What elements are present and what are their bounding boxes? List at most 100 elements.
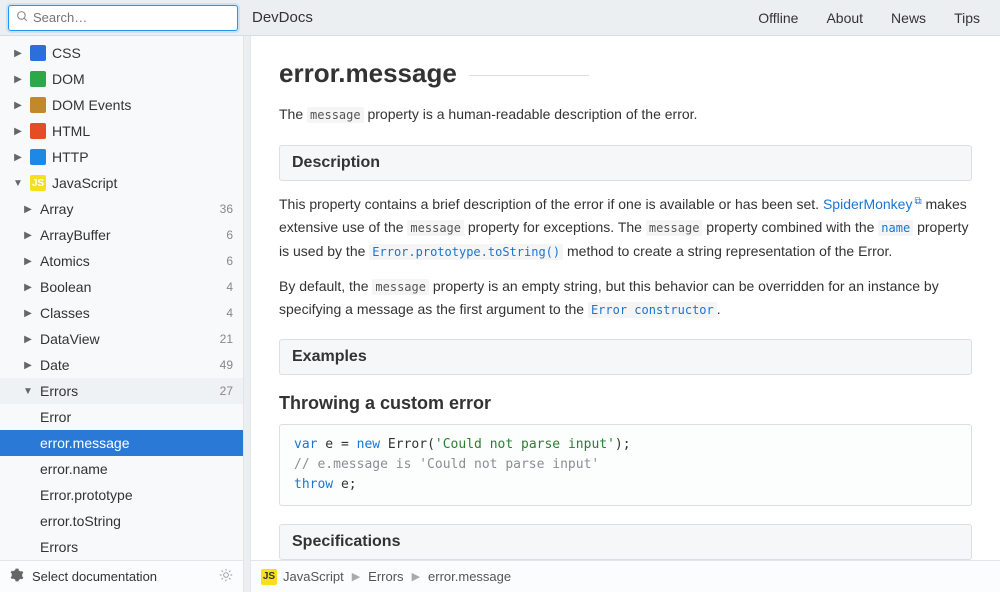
theme-toggle-icon[interactable] bbox=[219, 568, 233, 585]
group-label: Date bbox=[40, 357, 216, 373]
search-input[interactable] bbox=[8, 5, 238, 31]
item-label: Error bbox=[40, 409, 233, 425]
code-token: // e.message is 'Could not parse input' bbox=[294, 457, 599, 472]
code-block: var e = new Error('Could not parse input… bbox=[279, 424, 972, 506]
example-subheading: Throwing a custom error bbox=[279, 393, 972, 414]
group-label: Boolean bbox=[40, 279, 222, 295]
sidebar-group-date[interactable]: ▶ Date 49 bbox=[0, 352, 243, 378]
group-label: DataView bbox=[40, 331, 216, 347]
sidebar-group-dataview[interactable]: ▶DataView21 bbox=[0, 326, 243, 352]
doc-label: HTML bbox=[52, 123, 233, 139]
doc-label: DOM bbox=[52, 71, 233, 87]
text: . bbox=[717, 301, 721, 317]
inline-code: name bbox=[878, 220, 913, 236]
group-count: 27 bbox=[220, 384, 233, 398]
nav-news[interactable]: News bbox=[891, 10, 926, 26]
sidebar-item-errors[interactable]: Errors bbox=[0, 534, 243, 560]
item-label: error.name bbox=[40, 461, 233, 477]
nav-offline[interactable]: Offline bbox=[758, 10, 798, 26]
code-token: throw bbox=[294, 477, 333, 492]
item-label: Error.prototype bbox=[40, 487, 233, 503]
sidebar-doc-dom[interactable]: ▶DOM bbox=[0, 66, 243, 92]
sidebar-doc-html[interactable]: ▶ HTML bbox=[0, 118, 243, 144]
code-token: new bbox=[357, 437, 380, 452]
item-label: Errors bbox=[40, 539, 233, 555]
doc-label: HTTP bbox=[52, 149, 233, 165]
sidebar-footer[interactable]: Select documentation bbox=[0, 560, 243, 592]
inline-code: Error.prototype.toString() bbox=[369, 244, 563, 260]
sidebar-group-boolean[interactable]: ▶Boolean4 bbox=[0, 274, 243, 300]
chevron-down-icon: ▼ bbox=[12, 178, 24, 189]
sidebar-group-array[interactable]: ▶Array36 bbox=[0, 196, 243, 222]
inline-code: message bbox=[646, 220, 703, 236]
doc-icon bbox=[30, 71, 46, 87]
group-count: 6 bbox=[226, 254, 233, 268]
inline-code: message bbox=[372, 279, 429, 295]
content-scroll[interactable]: error.message The message property is a … bbox=[251, 36, 1000, 592]
nav-tips[interactable]: Tips bbox=[954, 10, 980, 26]
link-name-prop[interactable]: name bbox=[878, 219, 913, 235]
link-tostring[interactable]: Error.prototype.toString() bbox=[369, 243, 563, 259]
chevron-right-icon: ▶ bbox=[412, 570, 420, 583]
group-label: Atomics bbox=[40, 253, 222, 269]
sidebar-group-errors[interactable]: ▼Errors27 bbox=[0, 378, 243, 404]
code-token: Error( bbox=[380, 437, 435, 452]
chevron-right-icon: ▶ bbox=[12, 152, 24, 163]
section-examples: Examples bbox=[279, 339, 972, 375]
text: property is a human-readable description… bbox=[364, 106, 698, 122]
sidebar-item-error-tostring[interactable]: error.toString bbox=[0, 508, 243, 534]
sidebar-scroll[interactable]: ▶CSS▶DOM▶DOM Events▶HTML▶HTTP▼JSJavaScri… bbox=[0, 36, 243, 560]
text: This property contains a brief descripti… bbox=[279, 196, 823, 212]
text: The bbox=[279, 106, 307, 122]
sidebar-item-error-name[interactable]: error.name bbox=[0, 456, 243, 482]
code-token: e = bbox=[317, 437, 356, 452]
sidebar-doc-dom-events[interactable]: ▶ DOM Events bbox=[0, 92, 243, 118]
sidebar-item-error-message[interactable]: error.message bbox=[0, 430, 243, 456]
doc-icon bbox=[30, 45, 46, 61]
crumb-mid[interactable]: Errors bbox=[368, 569, 403, 584]
chevron-right-icon: ▶ bbox=[22, 334, 34, 345]
doc-icon bbox=[30, 149, 46, 165]
sidebar-group-classes[interactable]: ▶Classes4 bbox=[0, 300, 243, 326]
text: property for exceptions. The bbox=[464, 219, 646, 235]
chevron-right-icon: ▶ bbox=[12, 100, 24, 111]
group-label: Errors bbox=[40, 383, 216, 399]
sidebar-doc-javascript[interactable]: ▼JSJavaScript bbox=[0, 170, 243, 196]
code-token: e; bbox=[333, 477, 356, 492]
sidebar-doc-http[interactable]: ▶ HTTP bbox=[0, 144, 243, 170]
chevron-right-icon: ▶ bbox=[22, 360, 34, 371]
main-area: ▶CSS▶DOM▶DOM Events▶HTML▶HTTP▼JSJavaScri… bbox=[0, 36, 1000, 592]
code-token: var bbox=[294, 437, 317, 452]
link-spidermonkey[interactable]: SpiderMonkey bbox=[823, 196, 922, 212]
doc-label: CSS bbox=[52, 45, 233, 61]
item-label: error.toString bbox=[40, 513, 233, 529]
sidebar-group-atomics[interactable]: ▶Atomics6 bbox=[0, 248, 243, 274]
link-error-constructor[interactable]: Error constructor bbox=[588, 301, 717, 317]
crumb-leaf: error.message bbox=[428, 569, 511, 584]
code-token: 'Could not parse input' bbox=[435, 437, 615, 452]
group-count: 49 bbox=[220, 358, 233, 372]
sidebar-doc-css[interactable]: ▶ CSS bbox=[0, 40, 243, 66]
select-docs-label: Select documentation bbox=[32, 569, 219, 584]
sidebar-group-arraybuffer[interactable]: ▶ArrayBuffer6 bbox=[0, 222, 243, 248]
top-bar: DevDocs Offline About News Tips bbox=[0, 0, 1000, 36]
sidebar-item-error-prototype[interactable]: Error.prototype bbox=[0, 482, 243, 508]
group-count: 4 bbox=[226, 280, 233, 294]
text: property combined with the bbox=[702, 219, 878, 235]
group-label: Classes bbox=[40, 305, 222, 321]
item-label: error.message bbox=[40, 435, 233, 451]
doc-icon bbox=[30, 97, 46, 113]
js-icon: JS bbox=[261, 569, 277, 585]
nav-about[interactable]: About bbox=[826, 10, 863, 26]
breadcrumb-bar: JS JavaScript ▶ Errors ▶ error.message bbox=[251, 560, 1000, 592]
doc-label: DOM Events bbox=[52, 97, 233, 113]
chevron-right-icon: ▶ bbox=[12, 48, 24, 59]
section-description: Description bbox=[279, 145, 972, 181]
chevron-right-icon: ▶ bbox=[352, 570, 360, 583]
chevron-right-icon: ▶ bbox=[12, 126, 24, 137]
doc-icon bbox=[30, 123, 46, 139]
text: method to create a string representation… bbox=[563, 243, 892, 259]
lead-paragraph: The message property is a human-readable… bbox=[279, 103, 972, 125]
sidebar-item-error[interactable]: Error bbox=[0, 404, 243, 430]
crumb-root[interactable]: JavaScript bbox=[283, 569, 344, 584]
